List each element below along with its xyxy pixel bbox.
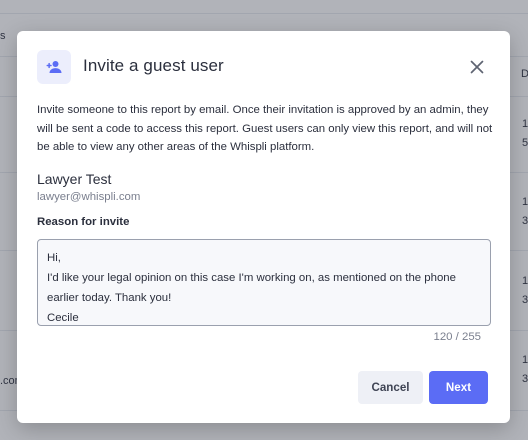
character-counter: 120 / 255 [433, 331, 481, 343]
reason-text-line: Hi, [47, 252, 61, 264]
invite-guest-dialog: Invite a guest user Invite someone to th… [17, 31, 510, 423]
dialog-title: Invite a guest user [83, 56, 224, 75]
guest-email: lawyer@whispli.com [37, 191, 141, 203]
close-button[interactable] [467, 57, 487, 77]
add-person-icon [37, 50, 71, 84]
cancel-button[interactable]: Cancel [358, 371, 423, 404]
reason-text-line: I'd like your legal opinion on this case… [47, 272, 456, 284]
reason-textarea[interactable]: Hi, I'd like your legal opinion on this … [37, 239, 491, 326]
next-button[interactable]: Next [429, 371, 488, 404]
close-icon [470, 60, 484, 74]
dialog-description: Invite someone to this report by email. … [37, 104, 493, 153]
reason-text-line: earlier today. Thank you! [47, 292, 172, 304]
reason-label: Reason for invite [37, 216, 130, 228]
guest-name: Lawyer Test [37, 171, 112, 187]
reason-text-line: Cecile [47, 312, 79, 324]
